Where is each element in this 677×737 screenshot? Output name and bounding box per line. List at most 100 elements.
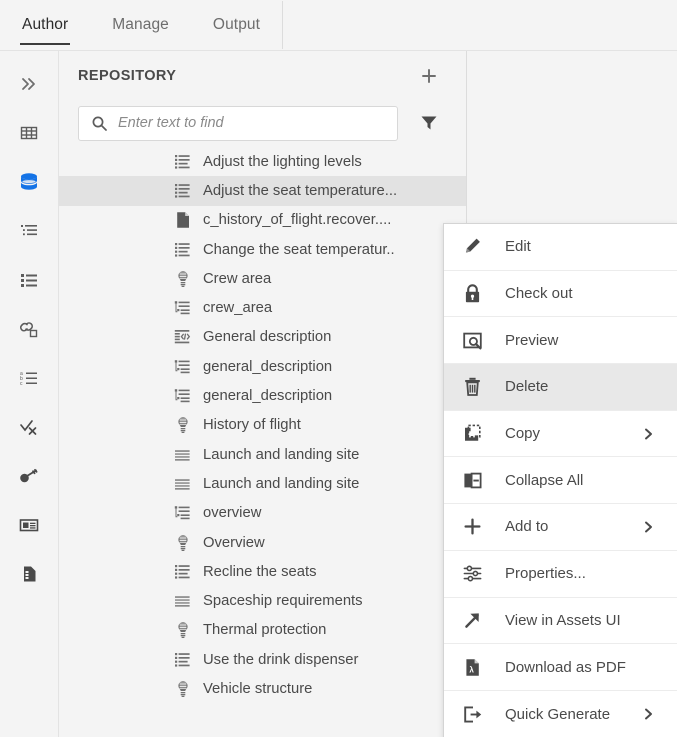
repository-panel: REPOSITORY Adjust the li xyxy=(59,51,467,737)
outline-list-icon[interactable] xyxy=(7,206,51,255)
tree-row[interactable]: Adjust the seat temperature... xyxy=(59,176,466,205)
tree-row-label: Launch and landing site xyxy=(203,447,359,463)
media-card-icon[interactable] xyxy=(7,500,51,549)
filter-button[interactable] xyxy=(416,110,442,136)
context-menu-item[interactable]: λ Download as PDF xyxy=(444,644,677,691)
topic-icon xyxy=(173,474,193,494)
context-menu-item-label: Preview xyxy=(505,332,558,349)
tab-output[interactable]: Output xyxy=(191,0,282,50)
pdf-icon: λ xyxy=(461,656,483,678)
tree-row[interactable]: Adjust the lighting levels xyxy=(59,147,466,176)
tree-row[interactable]: Overview xyxy=(59,528,466,557)
concept-icon xyxy=(173,620,193,640)
task-icon xyxy=(173,152,193,172)
context-menu-item[interactable]: Collapse All xyxy=(444,457,677,504)
add-button[interactable] xyxy=(416,63,442,89)
context-menu-item-label: Collapse All xyxy=(505,472,583,489)
tree-row-label: General description xyxy=(203,329,331,345)
left-icon-rail: abc xyxy=(0,51,59,737)
context-menu-item-label: Delete xyxy=(505,378,548,395)
table-icon[interactable] xyxy=(7,108,51,157)
tree-row[interactable]: Change the seat temperatur.. xyxy=(59,235,466,264)
context-menu-item-label: Copy xyxy=(505,425,540,442)
search-box[interactable] xyxy=(78,106,398,141)
repository-database-icon[interactable] xyxy=(7,157,51,206)
tree-row-label: Adjust the lighting levels xyxy=(203,154,362,170)
context-menu-item[interactable]: Quick Generate xyxy=(444,691,677,737)
tree-row[interactable]: Vehicle structure xyxy=(59,674,466,703)
panel-title: REPOSITORY xyxy=(78,68,176,84)
task-icon xyxy=(173,181,193,201)
trash-icon xyxy=(461,376,483,398)
tree-row[interactable]: Thermal protection xyxy=(59,616,466,645)
context-menu-item-label: Properties... xyxy=(505,565,586,582)
context-menu[interactable]: EditCheck out Preview Delete Copy Collapse A… xyxy=(443,223,677,737)
topic-icon xyxy=(173,445,193,465)
document-fragment-icon[interactable] xyxy=(7,549,51,598)
repository-tree[interactable]: Adjust the lighting levels Adjust the se… xyxy=(59,147,466,737)
tree-row-label: History of flight xyxy=(203,417,301,433)
tree-row[interactable]: Launch and landing site xyxy=(59,440,466,469)
key-icon[interactable] xyxy=(7,451,51,500)
tree-row[interactable]: Use the drink dispenser xyxy=(59,645,466,674)
validation-check-icon[interactable] xyxy=(7,402,51,451)
context-menu-item-label: Add to xyxy=(505,518,548,535)
context-menu-item[interactable]: Add to xyxy=(444,504,677,551)
context-menu-item[interactable]: Delete xyxy=(444,364,677,411)
tree-row-label: Vehicle structure xyxy=(203,681,312,697)
tree-row[interactable]: overview xyxy=(59,499,466,528)
tab-manage-label: Manage xyxy=(112,16,169,34)
reference-icon xyxy=(173,327,193,347)
search-input[interactable] xyxy=(118,107,397,140)
tree-row[interactable]: General description xyxy=(59,323,466,352)
tree-row-label: general_description xyxy=(203,388,332,404)
context-menu-item[interactable]: Properties... xyxy=(444,551,677,598)
top-tab-bar: Author Manage Output xyxy=(0,0,677,51)
link-icon[interactable] xyxy=(7,304,51,353)
task-icon xyxy=(173,240,193,260)
map-icon xyxy=(173,298,193,318)
pencil-icon xyxy=(461,236,483,258)
map-icon xyxy=(173,503,193,523)
bullet-list-icon[interactable] xyxy=(7,255,51,304)
tabbar-empty-space xyxy=(283,0,677,50)
tree-row-label: Recline the seats xyxy=(203,564,317,580)
tree-row[interactable]: Launch and landing site xyxy=(59,469,466,498)
tree-row-label: general_description xyxy=(203,359,332,375)
tab-author-label: Author xyxy=(22,16,68,34)
context-menu-item[interactable]: Check out xyxy=(444,271,677,318)
tree-row[interactable]: crew_area xyxy=(59,293,466,322)
expand-chevrons-icon[interactable] xyxy=(7,59,51,108)
context-menu-item[interactable]: Copy xyxy=(444,411,677,458)
tree-row-label: Adjust the seat temperature... xyxy=(203,183,397,199)
tree-row-label: Overview xyxy=(203,535,265,551)
tree-row[interactable]: Recline the seats xyxy=(59,557,466,586)
repository-header: REPOSITORY xyxy=(59,51,466,100)
tree-row[interactable]: c_history_of_flight.recover.... xyxy=(59,206,466,235)
concept-icon xyxy=(173,679,193,699)
tree-row[interactable]: general_description xyxy=(59,352,466,381)
copy-icon xyxy=(461,423,483,445)
plus-icon xyxy=(461,516,483,538)
tree-row-label: c_history_of_flight.recover.... xyxy=(203,212,391,228)
tab-author[interactable]: Author xyxy=(0,0,90,50)
abc-list-icon[interactable]: abc xyxy=(7,353,51,402)
context-menu-item[interactable]: View in Assets UI xyxy=(444,598,677,645)
search-row xyxy=(59,100,466,146)
tree-row[interactable]: Spaceship requirements xyxy=(59,586,466,615)
chevron-right-icon xyxy=(642,520,655,533)
tree-row[interactable]: History of flight xyxy=(59,411,466,440)
concept-icon xyxy=(173,269,193,289)
tree-row-label: overview xyxy=(203,505,261,521)
tree-row[interactable]: Crew area xyxy=(59,264,466,293)
task-icon xyxy=(173,650,193,670)
context-menu-item-label: Download as PDF xyxy=(505,659,626,676)
collapse-icon xyxy=(461,469,483,491)
tree-row-label: Change the seat temperatur.. xyxy=(203,242,395,258)
tree-row[interactable]: general_description xyxy=(59,381,466,410)
context-menu-item[interactable]: Preview xyxy=(444,317,677,364)
context-menu-item[interactable]: Edit xyxy=(444,224,677,271)
arrow-up-right-icon xyxy=(461,609,483,631)
map-icon xyxy=(173,386,193,406)
tab-manage[interactable]: Manage xyxy=(90,0,191,50)
